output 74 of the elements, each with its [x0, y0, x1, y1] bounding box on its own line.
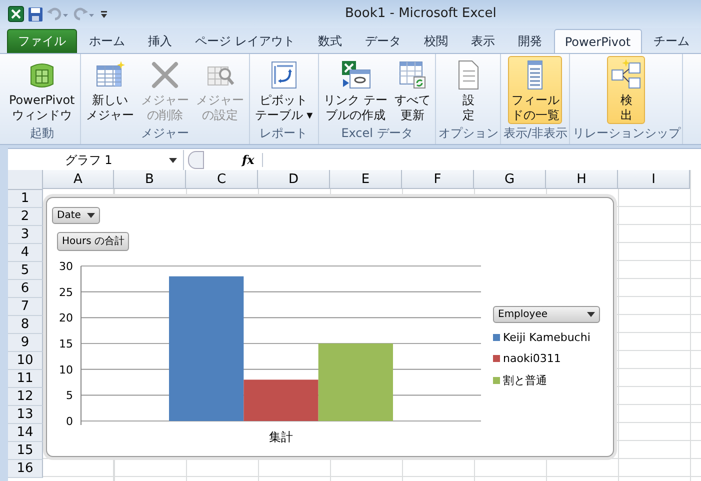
y-tick-label: 25 — [59, 286, 73, 299]
window-title: Book1 - Microsoft Excel — [345, 6, 496, 21]
row-header[interactable]: 12 — [8, 388, 43, 406]
ribbon-tab[interactable]: 表示 — [460, 29, 506, 53]
y-tick-label: 30 — [59, 260, 73, 273]
group-label: 起動 — [30, 125, 54, 142]
ribbon-tab[interactable]: データ — [354, 29, 412, 53]
column-header[interactable]: F — [402, 170, 474, 189]
legend-label: Keiji Kamebuchi — [503, 331, 590, 344]
ribbon-button[interactable]: フィール ドの一覧 — [508, 56, 562, 124]
ribbon-tab[interactable]: ファイル — [7, 29, 77, 53]
insert-function-button[interactable]: fx — [204, 153, 264, 167]
legend-label: naoki0311 — [503, 352, 561, 365]
column-header[interactable]: I — [618, 170, 690, 189]
y-tick-label: 5 — [66, 389, 73, 402]
excel-logo-icon[interactable] — [8, 6, 24, 22]
ribbon-button[interactable]: すべて 更新 — [391, 56, 434, 124]
ribbon-tab[interactable]: ホーム — [78, 29, 136, 53]
row-header[interactable]: 3 — [8, 226, 43, 244]
column-header[interactable]: C — [186, 170, 258, 189]
row-header[interactable]: 13 — [8, 406, 43, 424]
row-header[interactable]: 15 — [8, 442, 43, 460]
row-header[interactable]: 8 — [8, 316, 43, 334]
linked-table-icon — [340, 59, 372, 91]
date-filter-button[interactable]: Date — [52, 207, 100, 224]
column-header[interactable]: E — [330, 170, 402, 189]
y-tick-label: 10 — [59, 363, 73, 376]
column-header[interactable]: H — [546, 170, 618, 189]
row-header[interactable]: 10 — [8, 352, 43, 370]
row-header[interactable]: 11 — [8, 370, 43, 388]
row-header[interactable]: 2 — [8, 208, 43, 226]
ribbon-button[interactable]: PowerPivot ウィンドウ — [6, 56, 78, 124]
y-tick-label: 0 — [66, 415, 73, 428]
ribbon-tab[interactable]: 開発 — [506, 29, 553, 53]
ribbon-button[interactable]: 新しい メジャー — [82, 56, 137, 124]
ribbon-button[interactable]: リンク テー ブルの作成 — [320, 56, 390, 124]
y-tick-label: 20 — [59, 312, 73, 325]
row-header[interactable]: 4 — [8, 244, 43, 262]
column-header[interactable]: D — [258, 170, 330, 189]
column-header[interactable]: G — [474, 170, 546, 189]
group-label: レポート — [260, 125, 308, 142]
ribbon-tab[interactable]: 数式 — [306, 29, 353, 53]
value-field-button[interactable]: Hours の合計 — [57, 232, 130, 251]
y-tick-label: 15 — [59, 338, 73, 350]
splitter-handle[interactable] — [188, 151, 204, 169]
group-label: リレーションシップ — [572, 125, 680, 142]
row-header[interactable]: 5 — [8, 262, 43, 280]
ribbon-button[interactable]: 検 出 — [607, 56, 646, 124]
group-label: メジャー — [140, 125, 189, 142]
group-label: Excel データ — [341, 125, 413, 142]
ribbon-tab[interactable]: 挿入 — [137, 29, 183, 53]
relationship-icon — [610, 59, 642, 91]
row-header[interactable]: 9 — [8, 334, 43, 352]
row-header[interactable]: 1 — [8, 190, 43, 208]
legend-label: 割と普通 — [503, 373, 547, 388]
column-header[interactable]: B — [114, 170, 186, 189]
group-label: オプション — [438, 125, 498, 142]
select-all-corner[interactable] — [8, 170, 43, 190]
employee-filter-button[interactable]: Employee — [493, 306, 600, 323]
ribbon-button[interactable]: ピボット テーブル ▾ — [252, 56, 316, 124]
group-label: 表示/非表示 — [503, 125, 568, 142]
row-header[interactable]: 16 — [8, 460, 43, 478]
row-header[interactable]: 14 — [8, 424, 43, 442]
ribbon-tab[interactable]: PowerPivot — [554, 29, 642, 53]
ribbon-tab[interactable]: チーム — [642, 29, 701, 53]
chart-area[interactable]: Date Hours の合計 0 5 10 15 20 25 30 集計 Employee Keiji Kamebuchi naoki0311 割と普通 — [46, 197, 614, 457]
row-header[interactable]: 6 — [8, 280, 43, 298]
ribbon-tab[interactable]: 校閲 — [412, 29, 459, 53]
save-icon[interactable] — [28, 6, 43, 22]
ribbon-button[interactable]: 設 定 — [449, 56, 488, 124]
column-header[interactable]: A — [43, 170, 114, 189]
ribbon-tab[interactable]: ページ レイアウト — [184, 29, 306, 53]
row-header[interactable]: 7 — [8, 298, 43, 316]
category-label: 集計 — [269, 430, 293, 444]
